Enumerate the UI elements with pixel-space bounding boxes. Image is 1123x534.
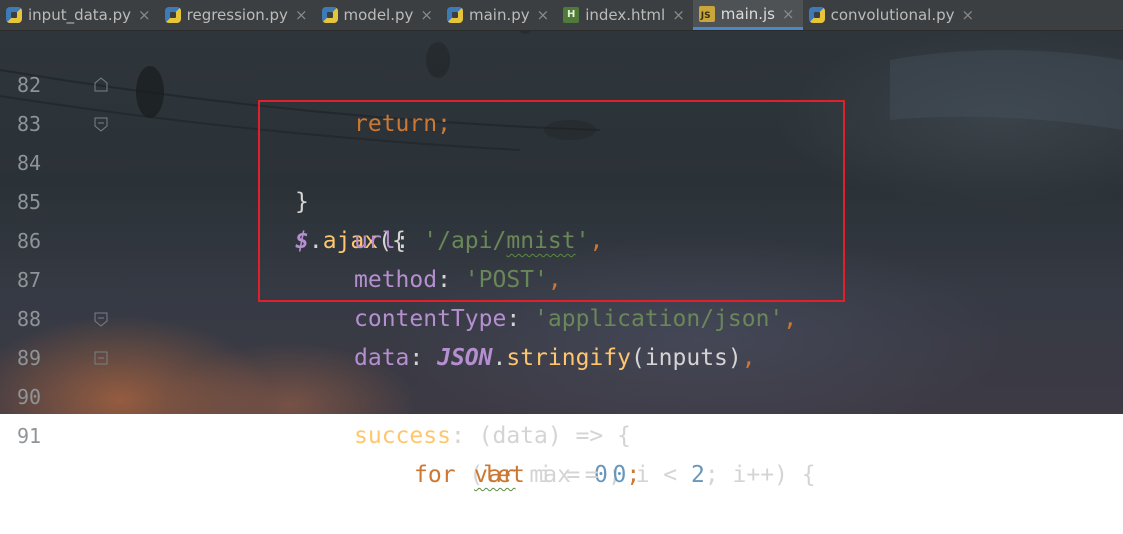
code-line: 90 for (let i = 0; i < 2; i++) { [0,339,1123,488]
python-file-icon [808,7,825,23]
close-icon[interactable]: × [420,6,433,24]
tab-main-js[interactable]: JS main.js × [692,0,803,30]
number: 0 [612,462,627,488]
python-file-icon [6,7,22,23]
html-file-icon: H [563,7,580,23]
python-file-icon [321,7,338,23]
code-line: 85 url: '/api/mnist', [0,144,1123,254]
fold-start-icon[interactable] [93,116,109,132]
tab-index-html[interactable]: H index.html × [557,0,693,30]
tab-label: index.html [585,6,666,24]
code-line: 88 data: JSON.stringify(inputs), [0,261,1123,371]
python-file-icon [164,7,181,23]
code-editor[interactable]: 82 return; 83 } 84 $.ajax({ 85 url: '/ap… [0,31,1123,488]
tab-label: main.js [720,4,775,23]
tab-label: main.py [468,6,530,24]
tab-main-py[interactable]: main.py × [441,0,557,30]
close-icon[interactable]: × [962,6,975,24]
tab-model-py[interactable]: model.py × [316,0,441,30]
close-icon[interactable]: × [295,6,308,24]
close-icon[interactable]: × [537,6,550,24]
code-line: 82 return; [0,27,1123,137]
code-line: 86 method: 'POST', [0,183,1123,293]
code-line: 83 } [0,66,1123,215]
tab-label: regression.py [186,6,288,24]
number: 2 [691,462,705,488]
code-text: var max = 0; [474,462,641,488]
tab-label: convolutional.py [830,6,955,24]
tab-input-data-py[interactable]: input_data.py × [0,0,159,30]
python-file-icon [446,7,463,23]
code-line: 87 contentType: 'application/json', [0,222,1123,332]
code-line: 89 success: (data) => { [0,300,1123,449]
tab-label: model.py [343,6,414,24]
code-line: 91 var max = 0; [0,378,1123,488]
close-icon[interactable]: × [782,5,795,23]
fold-end-icon[interactable] [93,77,109,93]
tab-regression-py[interactable]: regression.py × [159,0,316,30]
fold-start-icon[interactable] [93,311,109,327]
javascript-file-icon: JS [698,5,715,22]
keyword: for [414,462,456,488]
close-icon[interactable]: × [138,6,151,24]
tab-label: input_data.py [28,6,132,24]
code-line: 84 $.ajax({ [0,105,1123,254]
line-number: 91 [17,424,42,448]
fold-start-icon[interactable] [93,350,109,366]
close-icon[interactable]: × [672,6,685,24]
code-text: success: (data) => { [354,423,631,449]
tab-convolutional-py[interactable]: convolutional.py × [803,0,983,30]
property: success [354,423,451,449]
keyword: var [474,462,516,488]
